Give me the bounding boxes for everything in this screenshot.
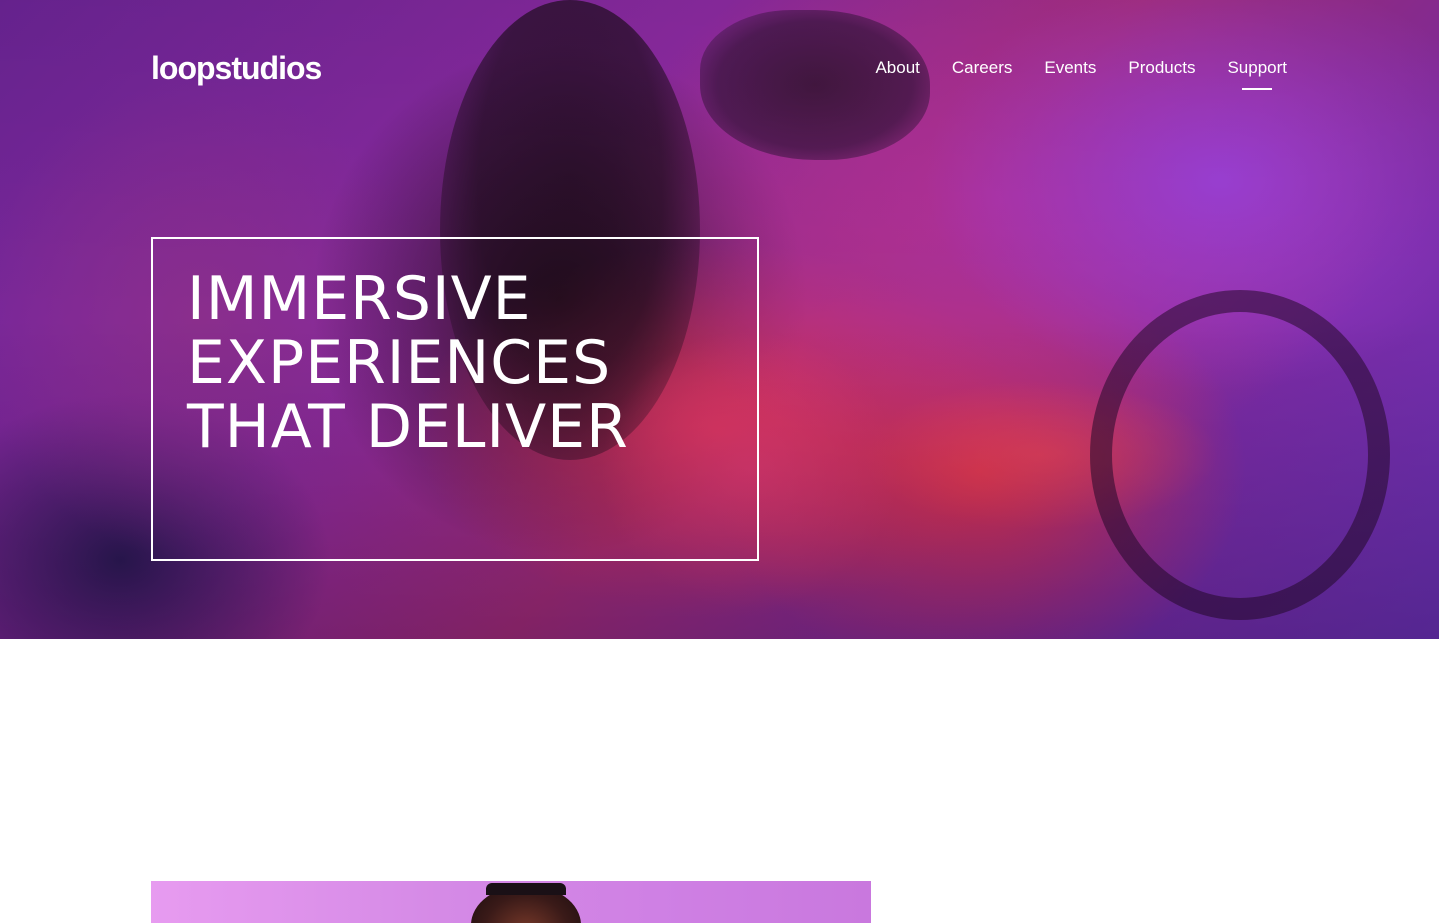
nav-item-products[interactable]: Products (1128, 56, 1195, 86)
hero-section: loopstudios About Careers Events Product… (0, 0, 1439, 639)
vr-headset-strap-image (486, 883, 566, 895)
hero-headline-box: Immersive experiences that deliver (151, 237, 759, 561)
interactive-section-image (151, 881, 871, 923)
nav-item-about[interactable]: About (875, 56, 919, 86)
hero-title: Immersive experiences that deliver (187, 264, 629, 462)
nav-item-support[interactable]: Support (1227, 56, 1287, 90)
main-nav: About Careers Events Products Support (875, 56, 1287, 90)
nav-item-events[interactable]: Events (1044, 56, 1096, 86)
nav-item-careers[interactable]: Careers (952, 56, 1012, 86)
logo[interactable]: loopstudios (151, 48, 322, 88)
